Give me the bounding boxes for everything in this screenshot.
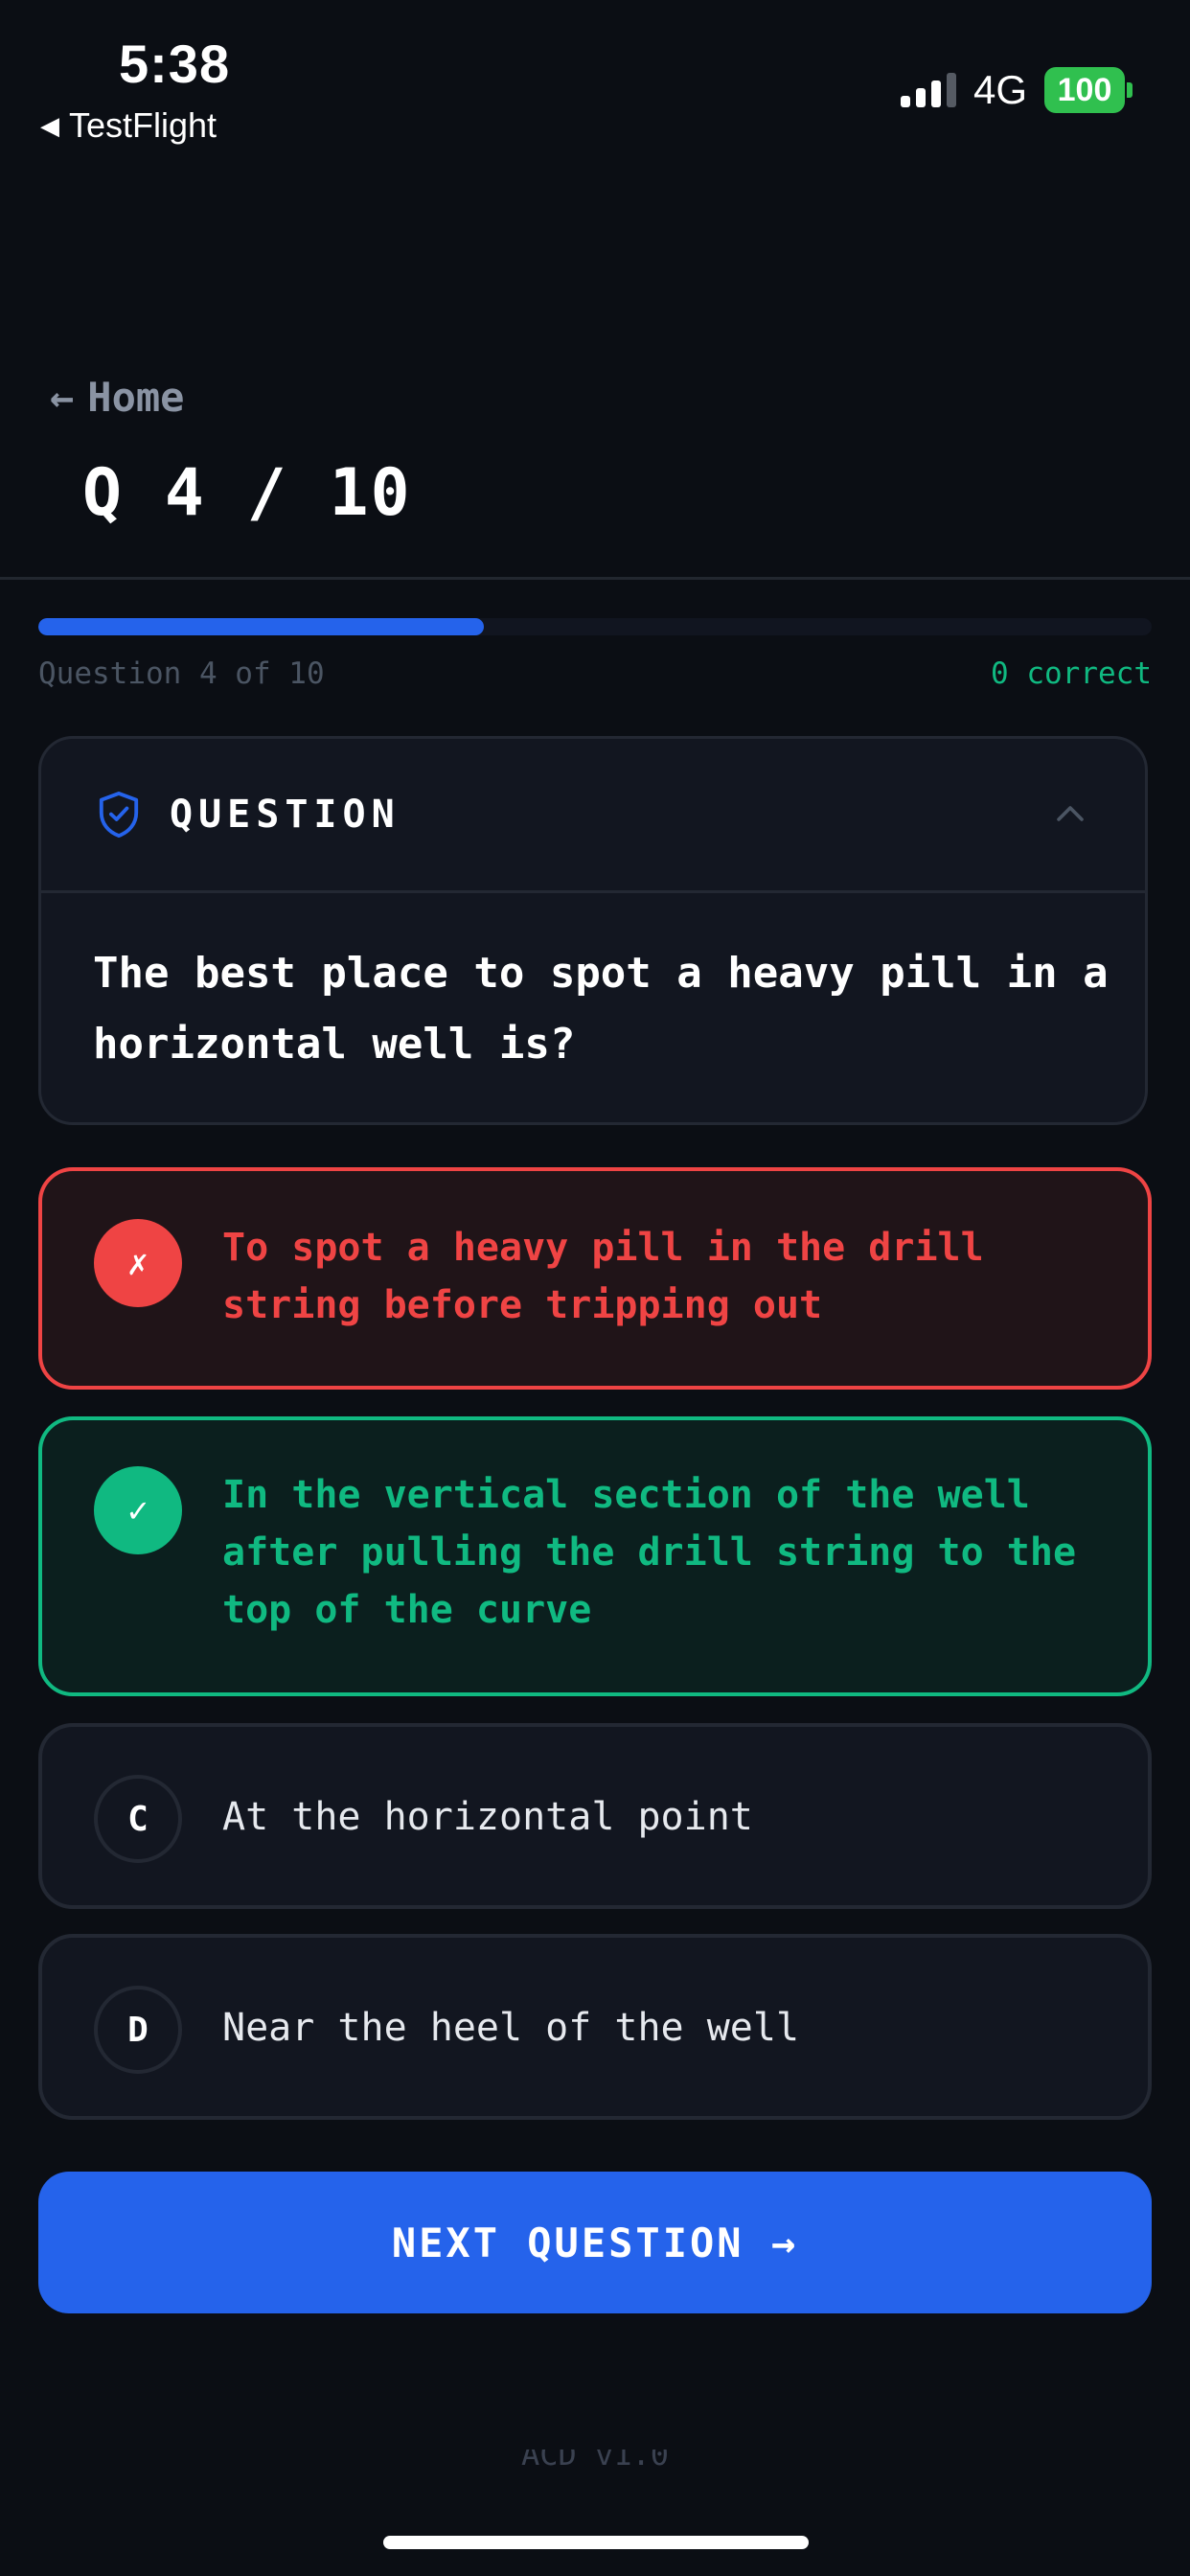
answer-option-c[interactable]: C At the horizontal point (38, 1723, 1152, 1909)
answer-option-a[interactable]: ✗ To spot a heavy pill in the drill stri… (38, 1167, 1152, 1390)
status-indicators: 4G 100 (900, 67, 1133, 113)
status-time: 5:38 (119, 34, 231, 94)
answer-option-d[interactable]: D Near the heel of the well (38, 1934, 1152, 2120)
progress-label: Question 4 of 10 (38, 656, 325, 691)
answer-text: Near the heel of the well (222, 2006, 800, 2050)
answer-text: To spot a heavy pill in the drill string… (222, 1226, 984, 1327)
footer-version-text: ACD v1.0 (520, 2450, 670, 2472)
answer-text: At the horizontal point (222, 1795, 753, 1839)
question-card: QUESTION The best place to spot a heavy … (38, 736, 1148, 1125)
question-text: The best place to spot a heavy pill in a… (93, 949, 1109, 1069)
home-label: Home (87, 374, 185, 421)
question-card-header[interactable]: QUESTION (41, 739, 1145, 893)
back-triangle-icon: ◀ (40, 110, 59, 140)
network-type: 4G (973, 67, 1027, 112)
back-to-app-link[interactable]: ◀ TestFlight (40, 105, 217, 146)
shield-check-icon (99, 792, 139, 838)
chevron-up-icon[interactable] (1053, 796, 1087, 831)
battery-icon: 100 (1044, 67, 1133, 113)
question-section-label: QUESTION (170, 793, 400, 837)
option-letter-badge: D (94, 1986, 182, 2074)
battery-level: 100 (1044, 67, 1125, 113)
home-back-button[interactable]: ← Home (50, 374, 184, 421)
back-app-label: TestFlight (69, 105, 217, 145)
progress-bar (38, 618, 1152, 635)
next-question-button[interactable]: NEXT QUESTION → (38, 2172, 1152, 2313)
answer-text: In the vertical section of the well afte… (222, 1473, 1077, 1632)
option-letter-badge: C (94, 1775, 182, 1863)
page-title: Q 4 / 10 (82, 455, 412, 531)
answer-option-b[interactable]: ✓ In the vertical section of the well af… (38, 1416, 1152, 1696)
incorrect-x-icon: ✗ (94, 1219, 182, 1307)
cellular-signal-icon (900, 73, 956, 107)
home-indicator[interactable] (383, 2536, 809, 2549)
correct-check-icon: ✓ (94, 1466, 182, 1554)
progress-fill (38, 618, 484, 635)
arrow-left-icon: ← (50, 374, 75, 421)
header-divider (0, 577, 1190, 580)
correct-count: 0 correct (991, 656, 1152, 691)
